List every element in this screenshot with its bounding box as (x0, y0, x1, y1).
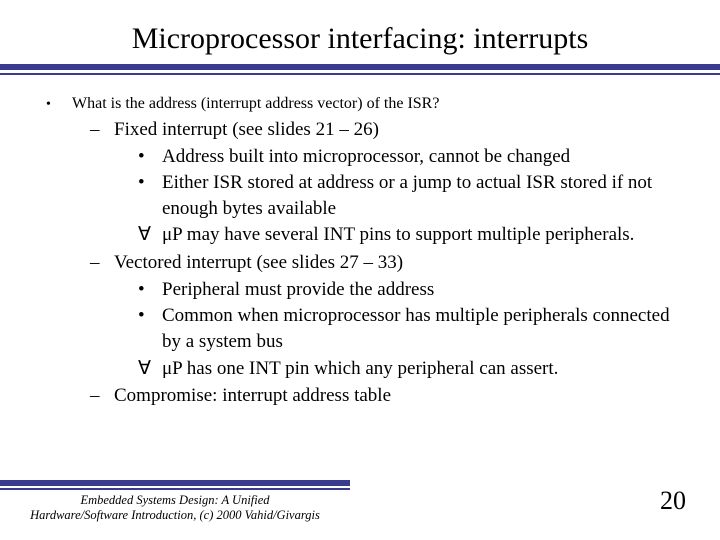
bullet-dot-icon: • (138, 144, 162, 170)
footer-line2: Hardware/Software Introduction, (c) 2000… (30, 508, 320, 522)
bullet-text: Address built into microprocessor, canno… (162, 144, 674, 170)
footer-divider (0, 488, 350, 490)
slide-title: Microprocessor interfacing: interrupts (0, 0, 720, 64)
bullet-lvl3: ∀ μP has one INT pin which any periphera… (46, 356, 674, 382)
bullet-lvl3: • Either ISR stored at address or a jump… (46, 170, 674, 221)
dash-icon: – (90, 383, 114, 409)
bullet-lvl2: – Compromise: interrupt address table (46, 383, 674, 409)
bullet-text: Compromise: interrupt address table (114, 383, 674, 409)
slide-body: • What is the address (interrupt address… (0, 75, 720, 409)
dash-icon: – (90, 250, 114, 276)
bullet-text: μP may have several INT pins to support … (162, 222, 674, 248)
footer-divider (0, 480, 350, 486)
bullet-lvl3: • Peripheral must provide the address (46, 277, 674, 303)
dash-icon: – (90, 117, 114, 143)
footer-text: Embedded Systems Design: A Unified Hardw… (0, 493, 350, 522)
footer-line1: Embedded Systems Design: A Unified (80, 493, 269, 507)
bullet-text: What is the address (interrupt address v… (72, 93, 674, 115)
forall-icon: ∀ (138, 222, 162, 248)
bullet-text: Common when microprocessor has multiple … (162, 303, 674, 354)
bullet-text: Peripheral must provide the address (162, 277, 674, 303)
bullet-dot-icon: • (138, 170, 162, 221)
page-number: 20 (660, 486, 686, 516)
bullet-text: μP has one INT pin which any peripheral … (162, 356, 674, 382)
bullet-lvl3: • Common when microprocessor has multipl… (46, 303, 674, 354)
bullet-text: Vectored interrupt (see slides 27 – 33) (114, 250, 674, 276)
bullet-lvl2: – Fixed interrupt (see slides 21 – 26) (46, 117, 674, 143)
bullet-lvl3: ∀ μP may have several INT pins to suppor… (46, 222, 674, 248)
bullet-dot-icon: • (138, 277, 162, 303)
bullet-dot-icon: • (138, 303, 162, 354)
title-divider (0, 64, 720, 75)
bullet-lvl1: • What is the address (interrupt address… (46, 93, 674, 115)
bullet-lvl2: – Vectored interrupt (see slides 27 – 33… (46, 250, 674, 276)
bullet-dot-icon: • (46, 93, 72, 115)
bullet-text: Either ISR stored at address or a jump t… (162, 170, 674, 221)
bullet-lvl3: • Address built into microprocessor, can… (46, 144, 674, 170)
bullet-text: Fixed interrupt (see slides 21 – 26) (114, 117, 674, 143)
forall-icon: ∀ (138, 356, 162, 382)
slide-footer: Embedded Systems Design: A Unified Hardw… (0, 480, 720, 522)
